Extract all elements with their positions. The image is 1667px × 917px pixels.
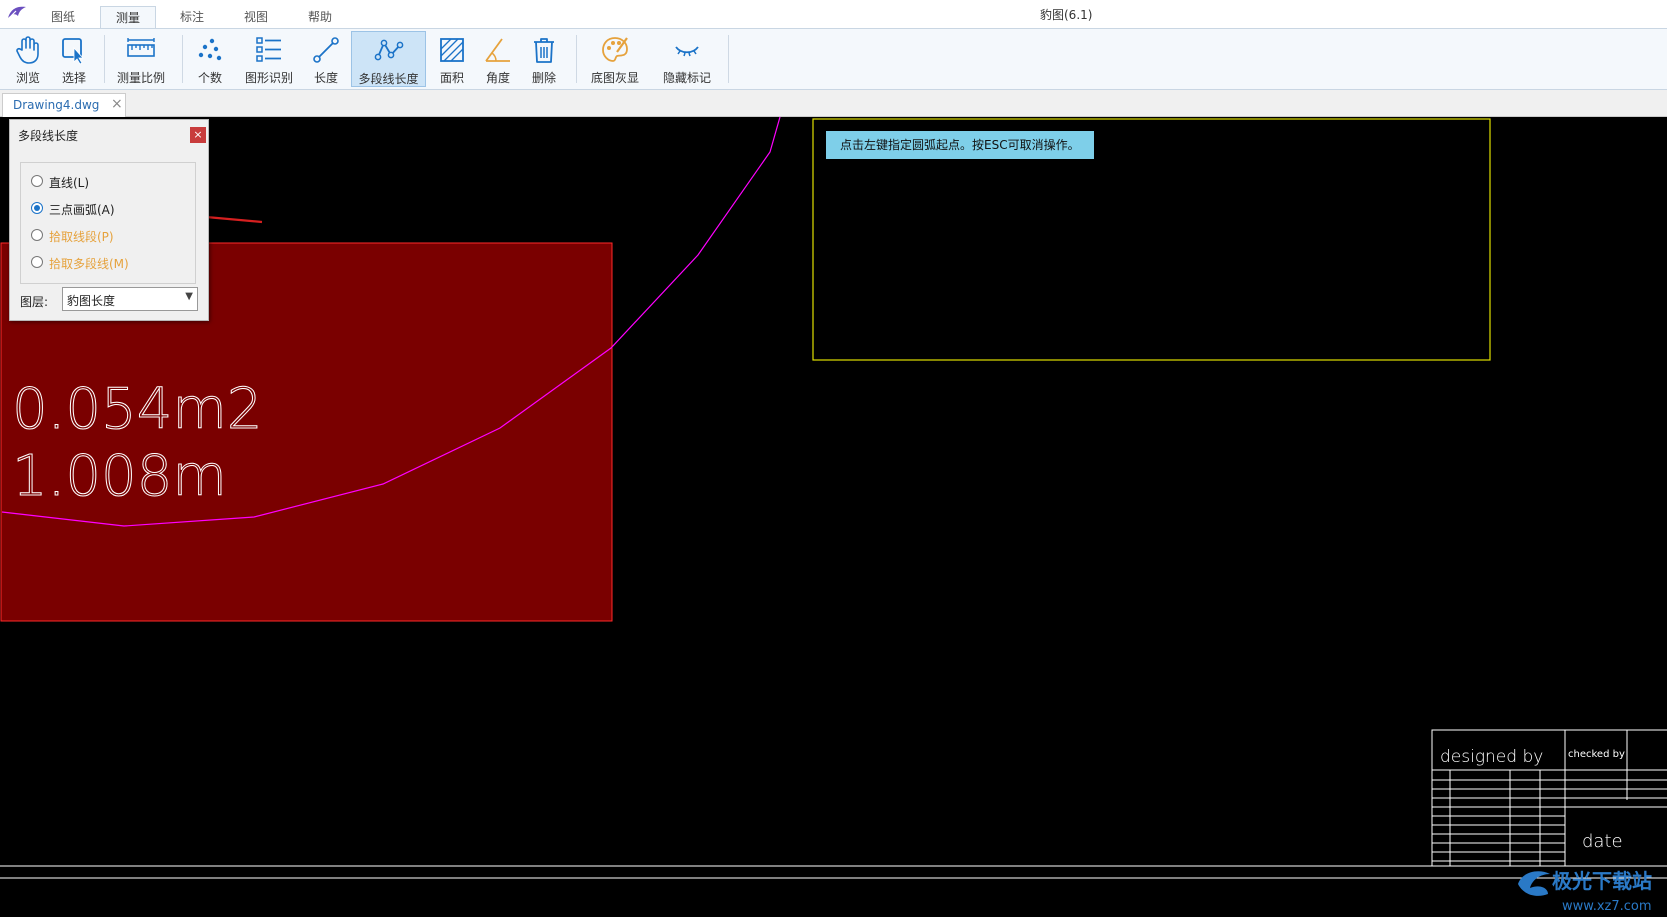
document-tab[interactable]: Drawing4.dwg × <box>2 93 126 117</box>
base-gray-tool-button[interactable]: 底图灰显 <box>582 31 648 87</box>
close-icon[interactable]: × <box>190 127 206 143</box>
window-title: 豹图(6.1) <box>1040 8 1093 22</box>
measure-scale-tool-button[interactable]: 测量比例 <box>110 31 172 87</box>
option-label: 拾取多段线(M) <box>49 257 129 271</box>
layer-select[interactable]: 豹图长度 ▼ <box>62 287 198 311</box>
radio-button[interactable] <box>31 175 43 187</box>
angle-icon <box>485 38 510 62</box>
toolbar-separator <box>104 35 105 83</box>
radio-button[interactable] <box>31 202 43 214</box>
hand-icon <box>16 36 39 64</box>
tool-label: 角度 <box>485 71 510 85</box>
tool-label: 选择 <box>61 71 86 85</box>
count-tool-button[interactable]: 个数 <box>188 31 232 87</box>
tool-label: 多段线长度 <box>358 72 419 86</box>
hide-markers-tool-button[interactable]: 隐藏标记 <box>652 31 722 87</box>
option-label: 直线(L) <box>49 176 90 190</box>
layer-select-value: 豹图长度 <box>67 294 116 308</box>
eye-closed-icon <box>675 46 699 57</box>
menu-tab-measure[interactable]: 测量 <box>100 6 156 28</box>
length-measurement-text: 1.008m <box>12 444 227 509</box>
tool-label: 长度 <box>313 71 338 85</box>
tool-label: 测量比例 <box>116 71 165 85</box>
area-measurement-text: 0.054m2 <box>12 377 263 442</box>
radio-button[interactable] <box>31 229 43 241</box>
toolbar-separator <box>728 35 729 83</box>
chevron-down-icon: ▼ <box>185 291 193 302</box>
radio-button[interactable] <box>31 256 43 268</box>
trash-icon <box>534 38 554 63</box>
watermark-url: www.xz7.com <box>1562 899 1652 914</box>
tool-label: 面积 <box>439 71 464 85</box>
option-label: 三点画弧(A) <box>49 203 115 217</box>
polyline-length-panel: 多段线长度 × 直线(L) 三点画弧(A) 拾取线段(P) 拾取多段线(M) 图… <box>9 119 209 321</box>
line-length-icon <box>313 37 339 63</box>
option-label: 拾取线段(P) <box>49 230 114 244</box>
dots-icon <box>198 38 222 61</box>
watermark: 极光下载站 www.xz7.com <box>1518 869 1652 914</box>
delete-tool-button[interactable]: 删除 <box>522 31 566 87</box>
menu-tab-annotate[interactable]: 标注 <box>166 6 218 28</box>
drawing-canvas[interactable]: 0.054m2 1.008m designed by checked by da… <box>0 117 1667 917</box>
panel-title: 多段线长度 <box>18 129 79 143</box>
length-tool-button[interactable]: 长度 <box>304 31 348 87</box>
tool-label: 底图灰显 <box>590 71 639 85</box>
area-tool-button[interactable]: 面积 <box>430 31 474 87</box>
browse-tool-button[interactable]: 浏览 <box>6 31 50 87</box>
app-logo-icon[interactable] <box>6 4 28 22</box>
select-tool-button[interactable]: 选择 <box>52 31 96 87</box>
title-bar: 图纸 测量 标注 视图 帮助 豹图(6.1) <box>0 0 1667 28</box>
menu-tab-drawing[interactable]: 图纸 <box>38 6 88 28</box>
watermark-text: 极光下载站 <box>1552 869 1652 893</box>
tool-label: 隐藏标记 <box>662 71 711 85</box>
tool-label: 删除 <box>531 71 556 85</box>
date-label: date <box>1582 831 1623 852</box>
tool-label: 图形识别 <box>244 71 293 85</box>
area-icon <box>440 38 464 62</box>
mode-option-group: 直线(L) 三点画弧(A) 拾取线段(P) 拾取多段线(M) <box>20 162 196 284</box>
shape-recognition-icon <box>256 37 281 62</box>
document-tab-label: Drawing4.dwg <box>13 98 100 112</box>
drawing-layer: 0.054m2 1.008m designed by checked by da… <box>0 117 1667 914</box>
ruler-icon <box>127 38 155 57</box>
command-hint: 点击左键指定圆弧起点。按ESC可取消操作。 <box>826 131 1094 159</box>
watermark-logo-icon <box>1518 871 1550 896</box>
shape-recognition-tool-button[interactable]: 图形识别 <box>240 31 298 87</box>
designed-by-label: designed by <box>1440 747 1543 767</box>
toolbar-separator <box>182 35 183 83</box>
menu-tab-view[interactable]: 视图 <box>230 6 282 28</box>
select-cursor-icon <box>62 38 84 65</box>
close-icon[interactable]: × <box>111 96 123 112</box>
document-tab-bar: Drawing4.dwg × <box>0 90 1667 117</box>
menu-tab-help[interactable]: 帮助 <box>294 6 346 28</box>
tool-label: 个数 <box>197 71 222 85</box>
polyline-icon <box>374 39 403 61</box>
checked-by-label: checked by <box>1568 749 1625 760</box>
title-block: designed by checked by date <box>1431 729 1667 867</box>
toolbar-separator <box>576 35 577 83</box>
angle-tool-button[interactable]: 角度 <box>476 31 520 87</box>
ribbon-toolbar: 浏览 选择 测量比例 个数 图形识别 长度 多段线长度 面积 角度 删除 底图灰… <box>0 28 1667 90</box>
tool-label: 浏览 <box>15 71 40 85</box>
palette-icon <box>602 37 628 62</box>
layer-label: 图层: <box>20 295 49 309</box>
title-block-grid <box>1432 770 1667 866</box>
polyline-length-tool-button[interactable]: 多段线长度 <box>351 31 426 87</box>
